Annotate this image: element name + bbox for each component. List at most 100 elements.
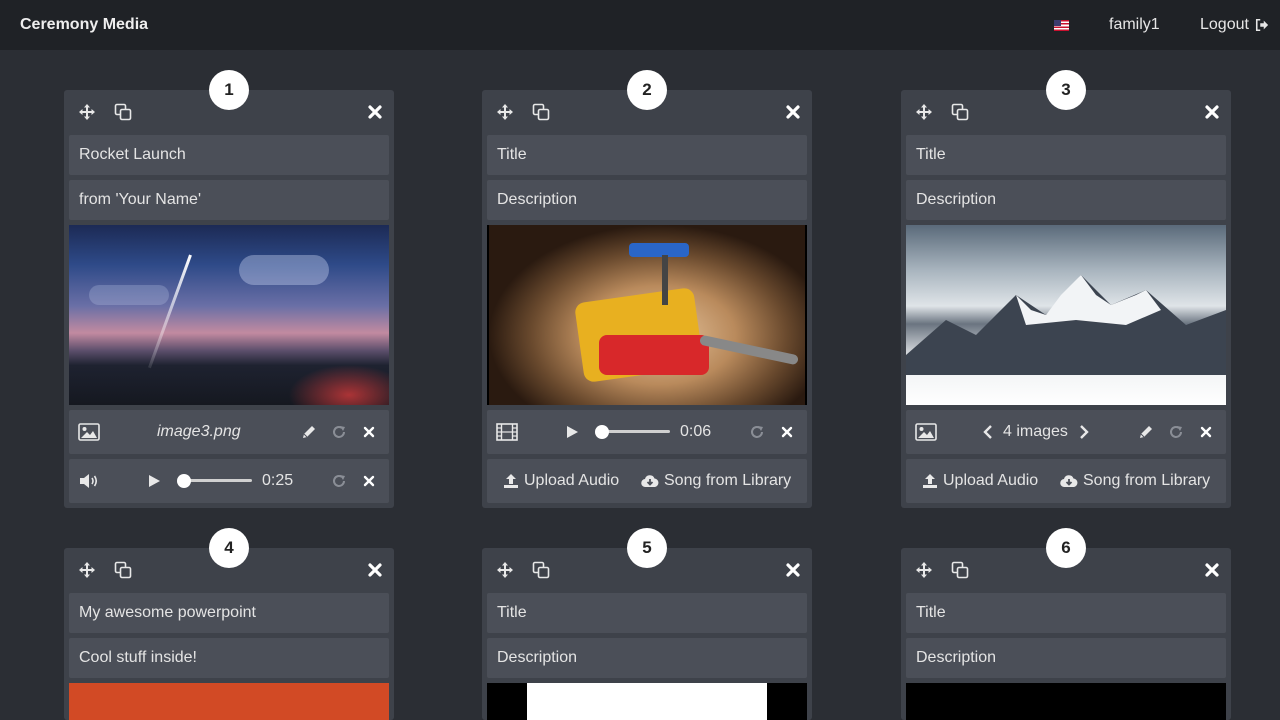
delete-card-icon[interactable] — [1204, 104, 1220, 120]
song-library-label: Song from Library — [1083, 472, 1211, 489]
edit-pencil-icon[interactable] — [301, 424, 317, 440]
image-icon — [915, 423, 937, 441]
audio-seek-handle[interactable] — [177, 474, 191, 488]
duplicate-icon[interactable] — [532, 561, 550, 579]
duplicate-icon[interactable] — [951, 561, 969, 579]
media-card-6: 6 Title Description — [901, 528, 1231, 720]
move-icon[interactable] — [496, 103, 514, 121]
brand-title[interactable]: Ceremony Media — [20, 16, 148, 34]
title-field[interactable]: Rocket Launch — [69, 135, 389, 175]
song-from-library-button[interactable]: Song from Library — [1060, 472, 1210, 490]
description-field[interactable]: Description — [487, 180, 807, 220]
description-field[interactable]: Cool stuff inside! — [69, 638, 389, 678]
media-preview-image — [69, 225, 389, 405]
description-field[interactable]: Description — [487, 638, 807, 678]
edit-pencil-icon[interactable] — [1138, 424, 1154, 440]
audio-seek-track[interactable] — [184, 479, 252, 482]
upload-audio-label: Upload Audio — [524, 472, 620, 489]
duplicate-icon[interactable] — [951, 103, 969, 121]
us-flag-icon[interactable] — [1054, 20, 1069, 31]
move-icon[interactable] — [915, 103, 933, 121]
media-card-1: 1 Rocket Launch from 'Your Name' image3.… — [64, 70, 394, 508]
gallery-controls-bar: 4 images — [906, 410, 1226, 454]
card-number-badge: 6 — [1046, 528, 1086, 568]
description-field[interactable]: Description — [906, 180, 1226, 220]
card-number-badge: 3 — [1046, 70, 1086, 110]
media-card-2: 2 Title Description 0:06 Upload Audio So… — [482, 70, 812, 508]
refresh-icon[interactable] — [331, 473, 347, 489]
mountain-shape — [906, 275, 1226, 375]
move-icon[interactable] — [915, 561, 933, 579]
upload-icon — [922, 473, 938, 489]
audio-options-bar: Upload Audio Song from Library — [906, 459, 1226, 503]
duplicate-icon[interactable] — [114, 561, 132, 579]
logout-icon — [1255, 18, 1269, 32]
gallery-count: 4 images — [1003, 423, 1068, 440]
cloud-download-icon — [1060, 474, 1078, 488]
logout-button[interactable]: Logout — [1200, 16, 1269, 34]
media-preview-video — [487, 225, 807, 405]
move-icon[interactable] — [496, 561, 514, 579]
move-icon[interactable] — [78, 561, 96, 579]
audio-controls-bar: 0:25 — [69, 459, 389, 503]
chevron-right-icon[interactable] — [1079, 424, 1089, 440]
media-card-4: 4 My awesome powerpoint Cool stuff insid… — [64, 528, 394, 720]
play-icon[interactable] — [147, 474, 161, 488]
upload-icon — [503, 473, 519, 489]
video-time: 0:06 — [680, 423, 712, 440]
video-seek-track[interactable] — [602, 430, 670, 433]
description-field[interactable]: Description — [906, 638, 1226, 678]
remove-media-icon[interactable] — [781, 426, 793, 438]
duplicate-icon[interactable] — [532, 103, 550, 121]
video-seek-handle[interactable] — [595, 425, 609, 439]
delete-card-icon[interactable] — [367, 562, 383, 578]
title-field[interactable]: Title — [487, 135, 807, 175]
volume-icon[interactable] — [78, 472, 100, 490]
upload-audio-button[interactable]: Upload Audio — [503, 472, 619, 490]
media-preview-slides — [69, 683, 389, 720]
upload-audio-button[interactable]: Upload Audio — [922, 472, 1038, 490]
username-link[interactable]: family1 — [1109, 16, 1160, 34]
title-field[interactable]: Title — [487, 593, 807, 633]
cloud-download-icon — [641, 474, 659, 488]
image-controls-bar: image3.png — [69, 410, 389, 454]
refresh-icon[interactable] — [749, 424, 765, 440]
media-card-3: 3 Title Description 4 images Upload Audi… — [901, 70, 1231, 508]
media-preview — [906, 683, 1226, 720]
top-navbar: Ceremony Media family1 Logout — [0, 0, 1280, 50]
delete-card-icon[interactable] — [785, 104, 801, 120]
image-filename: image3.png — [157, 423, 241, 440]
media-preview-gallery — [906, 225, 1226, 405]
audio-options-bar: Upload Audio Song from Library — [487, 459, 807, 503]
upload-audio-label: Upload Audio — [943, 472, 1039, 489]
remove-media-icon[interactable] — [363, 426, 375, 438]
title-field[interactable]: Title — [906, 593, 1226, 633]
audio-time: 0:25 — [262, 472, 294, 489]
card-number-badge: 2 — [627, 70, 667, 110]
card-number-badge: 4 — [209, 528, 249, 568]
song-library-label: Song from Library — [664, 472, 792, 489]
delete-card-icon[interactable] — [785, 562, 801, 578]
title-field[interactable]: Title — [906, 135, 1226, 175]
description-field[interactable]: from 'Your Name' — [69, 180, 389, 220]
song-from-library-button[interactable]: Song from Library — [641, 472, 791, 490]
duplicate-icon[interactable] — [114, 103, 132, 121]
play-icon[interactable] — [565, 425, 579, 439]
remove-audio-icon[interactable] — [363, 475, 375, 487]
refresh-icon[interactable] — [1168, 424, 1184, 440]
chevron-left-icon[interactable] — [983, 424, 993, 440]
media-card-5: 5 Title Description — [482, 528, 812, 720]
card-number-badge: 5 — [627, 528, 667, 568]
refresh-icon[interactable] — [331, 424, 347, 440]
media-preview — [487, 683, 807, 720]
video-controls-bar: 0:06 — [487, 410, 807, 454]
move-icon[interactable] — [78, 103, 96, 121]
film-icon — [496, 423, 518, 441]
card-number-badge: 1 — [209, 70, 249, 110]
remove-media-icon[interactable] — [1200, 426, 1212, 438]
delete-card-icon[interactable] — [367, 104, 383, 120]
title-field[interactable]: My awesome powerpoint — [69, 593, 389, 633]
image-icon — [78, 423, 100, 441]
logout-label: Logout — [1200, 16, 1249, 33]
delete-card-icon[interactable] — [1204, 562, 1220, 578]
